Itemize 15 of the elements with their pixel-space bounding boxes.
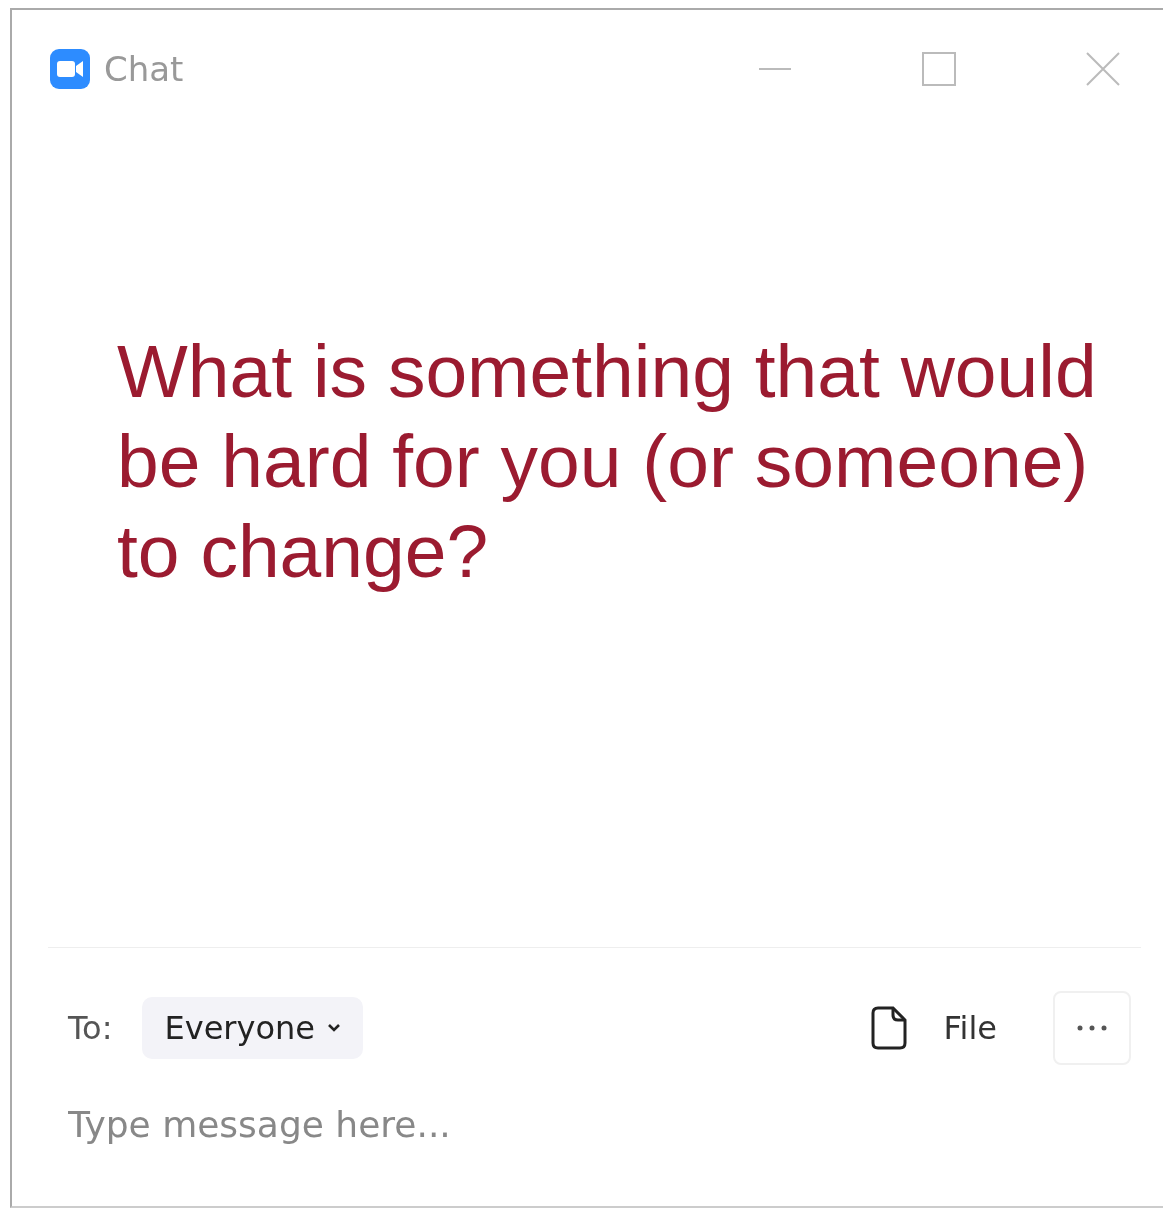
window-title: Chat [104,49,184,89]
more-icon [1077,1025,1107,1031]
to-label: To: [68,1009,113,1047]
document-icon [869,1005,910,1051]
file-button[interactable]: File [863,1004,1003,1052]
maximize-icon [921,51,957,87]
message-input[interactable]: Type message here... [68,1096,1107,1152]
close-icon [1085,51,1121,87]
more-button[interactable] [1053,991,1131,1065]
caret-icon [326,1023,341,1033]
maximize-button[interactable] [919,49,959,89]
recipient-dropdown[interactable]: Everyone [142,997,363,1059]
minimize-icon [757,68,793,70]
chat-message: What is something that would be hard for you (or someone) to change? [117,328,1098,595]
camera-icon [50,49,90,89]
